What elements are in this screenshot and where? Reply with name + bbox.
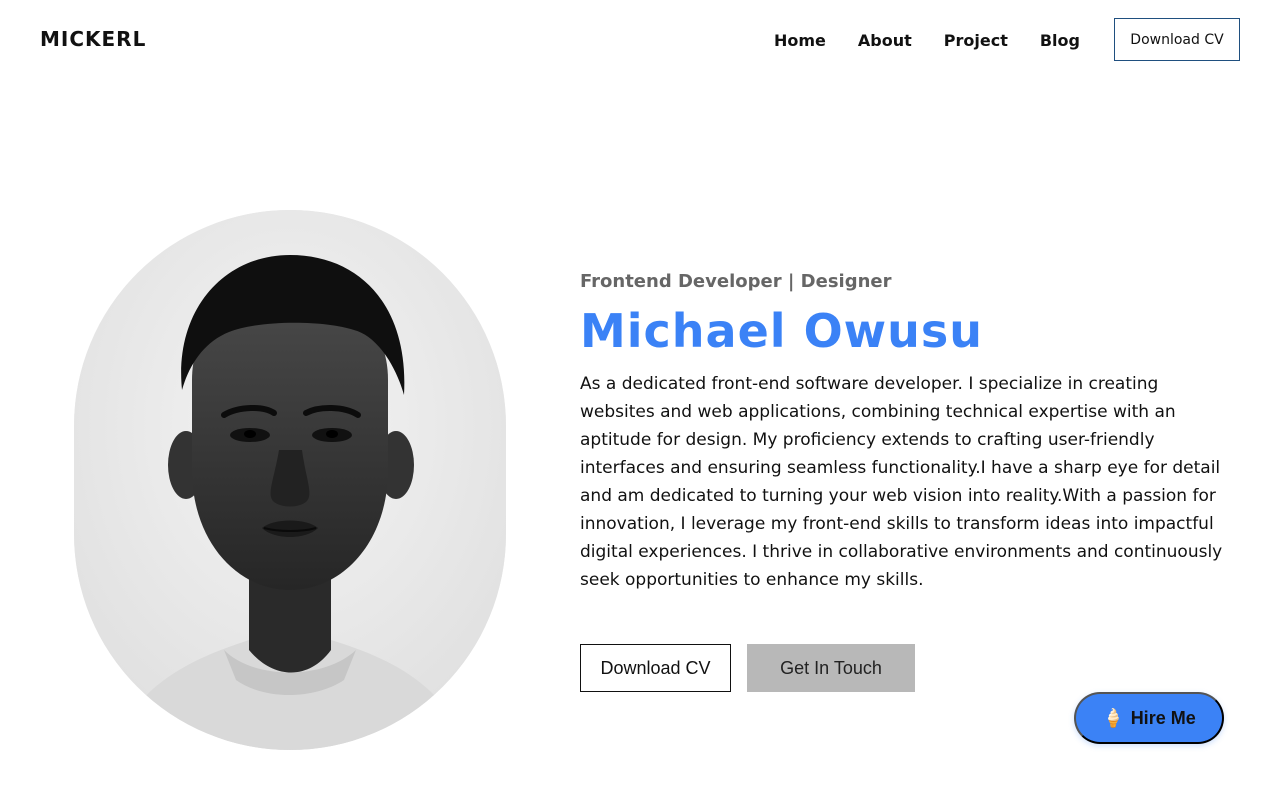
main-nav: Home About Project Blog: [774, 31, 1080, 50]
hero-subtitle: Frontend Developer | Designer: [580, 271, 892, 292]
page: MICKERL Home About Project Blog Download…: [0, 0, 1280, 800]
hero-bio: As a dedicated front-end software develo…: [580, 374, 1223, 590]
download-cv-button[interactable]: Download CV: [580, 644, 731, 692]
nav-blog-link[interactable]: Blog: [1040, 31, 1080, 50]
ice-cream-icon: 🍦: [1102, 707, 1125, 728]
brand-logo[interactable]: MICKERL: [40, 27, 146, 51]
hire-me-button[interactable]: 🍦 Hire Me: [1074, 692, 1224, 744]
portrait-image: [74, 210, 506, 750]
hero-name: Michael Owusu: [580, 304, 984, 358]
nav-project-link[interactable]: Project: [944, 31, 1008, 50]
nav-about-link[interactable]: About: [858, 31, 912, 50]
nav-home-link[interactable]: Home: [774, 31, 826, 50]
header-download-cv-button[interactable]: Download CV: [1114, 18, 1240, 61]
hire-me-label: Hire Me: [1130, 707, 1196, 728]
get-in-touch-button[interactable]: Get In Touch: [747, 644, 915, 692]
profile-portrait: [74, 210, 506, 750]
